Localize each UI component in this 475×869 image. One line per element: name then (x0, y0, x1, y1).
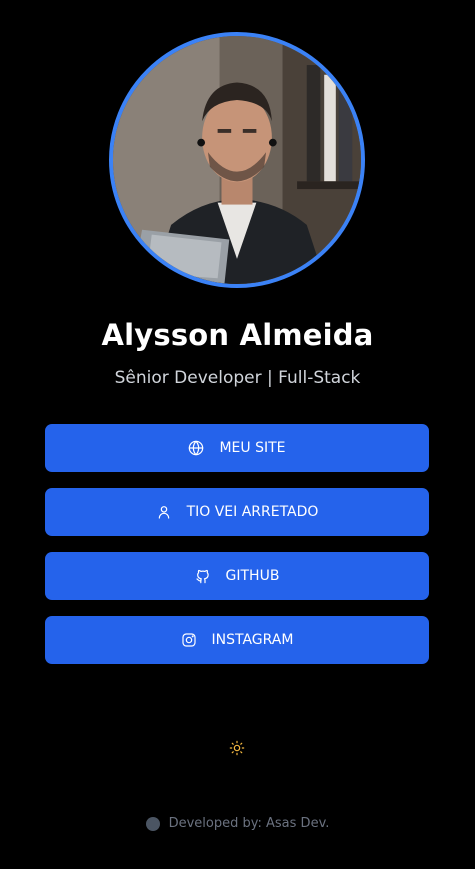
link-button-github[interactable]: GITHUB (45, 552, 429, 600)
link-label: TIO VEI ARRETADO (186, 504, 319, 520)
instagram-icon (181, 632, 197, 648)
logo-dot-icon (145, 816, 160, 831)
link-label: GITHUB (225, 568, 280, 584)
sun-icon (229, 740, 245, 756)
user-icon (156, 504, 172, 520)
profile-photo (113, 36, 361, 284)
profile-name: Alysson Almeida (101, 318, 374, 352)
link-list: MEU SITE TIO VEI ARRETADO GITHUB INSTAGR… (45, 424, 429, 680)
globe-icon (188, 440, 204, 456)
footer-credit: Developed by: Asas Dev. (168, 816, 330, 831)
profile-role: Sênior Developer | Full-Stack (114, 368, 361, 388)
link-label: MEU SITE (219, 440, 286, 456)
profile-avatar (109, 32, 365, 288)
link-button-tio-vei-arretado[interactable]: TIO VEI ARRETADO (45, 488, 429, 536)
link-button-instagram[interactable]: INSTAGRAM (45, 616, 429, 664)
footer: Developed by: Asas Dev. (0, 816, 475, 831)
github-icon (195, 568, 211, 584)
link-button-meu-site[interactable]: MEU SITE (45, 424, 429, 472)
link-label: INSTAGRAM (211, 632, 294, 648)
theme-toggle-button[interactable] (228, 739, 246, 757)
